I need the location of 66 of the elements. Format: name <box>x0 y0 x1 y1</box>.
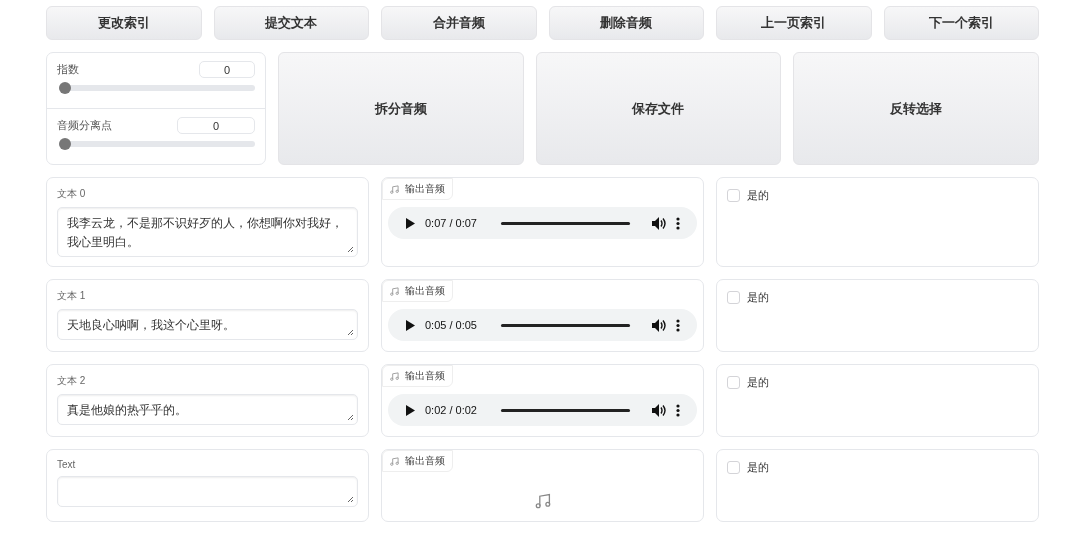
number-field[interactable]: 0 <box>177 117 255 134</box>
audio-player[interactable]: 0:05 / 0:05 <box>388 309 697 341</box>
volume-icon[interactable] <box>652 216 666 230</box>
text-value: 我李云龙，不是那不识好歹的人，你想啊你对我好，我心里明白。 <box>67 216 343 249</box>
text-area[interactable]: 我李云龙，不是那不识好歹的人，你想啊你对我好，我心里明白。 <box>57 207 358 257</box>
slider-thumb[interactable] <box>59 82 71 94</box>
text-label: 文本 2 <box>57 374 87 388</box>
checkbox-label[interactable]: 是的 <box>747 188 769 203</box>
audio-label: 输出音频 <box>382 280 453 302</box>
play-icon[interactable] <box>405 319 415 331</box>
text-value: 真是他娘的热乎乎的。 <box>67 403 187 417</box>
resize-grip-icon[interactable] <box>347 496 354 503</box>
music-note-icon <box>534 493 551 509</box>
resize-grip-icon[interactable] <box>347 414 354 421</box>
resize-grip-icon[interactable] <box>347 329 354 336</box>
action-button[interactable]: 提交文本 <box>213 6 369 40</box>
play-icon[interactable] <box>405 404 415 416</box>
text-area[interactable]: 天地良心呐啊，我这个心里呀。 <box>57 309 358 340</box>
checkbox[interactable] <box>727 291 740 304</box>
music-note-icon <box>390 184 399 194</box>
checkbox-label[interactable]: 是的 <box>747 290 769 305</box>
text-label: 文本 1 <box>57 289 87 303</box>
volume-icon[interactable] <box>652 403 666 417</box>
action-button[interactable]: 合并音频 <box>381 6 537 40</box>
progress-bar[interactable] <box>501 323 630 327</box>
music-note-icon <box>390 371 399 381</box>
action-button[interactable]: 上一页索引 <box>716 6 872 40</box>
time-text: 0:05 / 0:05 <box>425 319 477 331</box>
progress-bar[interactable] <box>501 221 630 225</box>
action-button[interactable]: 保存文件 <box>535 52 782 165</box>
text-area[interactable]: 真是他娘的热乎乎的。 <box>57 394 358 425</box>
more-options-icon[interactable] <box>676 403 680 417</box>
volume-icon[interactable] <box>652 318 666 332</box>
checkbox[interactable] <box>727 189 740 202</box>
audio-label: 输出音频 <box>382 365 453 387</box>
time-text: 0:02 / 0:02 <box>425 404 477 416</box>
slider-label: 指数 <box>57 62 79 77</box>
action-button[interactable]: 反转选择 <box>793 52 1039 165</box>
more-options-icon[interactable] <box>676 216 680 230</box>
music-note-icon <box>390 456 399 466</box>
action-button[interactable]: 删除音频 <box>548 6 704 40</box>
music-note-icon <box>390 286 399 296</box>
resize-grip-icon[interactable] <box>347 246 354 253</box>
checkbox-label[interactable]: 是的 <box>747 375 769 390</box>
text-value: 天地良心呐啊，我这个心里呀。 <box>67 318 235 332</box>
time-text: 0:07 / 0:07 <box>425 217 477 229</box>
slider-thumb[interactable] <box>59 138 71 150</box>
play-icon[interactable] <box>405 217 415 229</box>
more-options-icon[interactable] <box>676 318 680 332</box>
checkbox[interactable] <box>727 461 740 474</box>
slider-track[interactable] <box>59 82 255 94</box>
text-label: 文本 0 <box>57 187 87 201</box>
slider-track[interactable] <box>59 138 255 150</box>
number-field[interactable]: 0 <box>199 61 255 78</box>
text-label: Text <box>57 459 77 470</box>
action-button[interactable]: 拆分音频 <box>278 52 524 165</box>
audio-label: 输出音频 <box>382 450 453 472</box>
audio-label: 输出音频 <box>382 178 453 200</box>
audio-player[interactable]: 0:07 / 0:07 <box>388 207 697 239</box>
action-button[interactable]: 更改索引 <box>46 6 202 40</box>
action-button[interactable]: 下一个索引 <box>883 6 1039 40</box>
slider-label: 音频分离点 <box>57 118 112 133</box>
checkbox-label[interactable]: 是的 <box>747 460 769 475</box>
checkbox[interactable] <box>727 376 740 389</box>
progress-bar[interactable] <box>501 408 630 412</box>
audio-player[interactable]: 0:02 / 0:02 <box>388 394 697 426</box>
